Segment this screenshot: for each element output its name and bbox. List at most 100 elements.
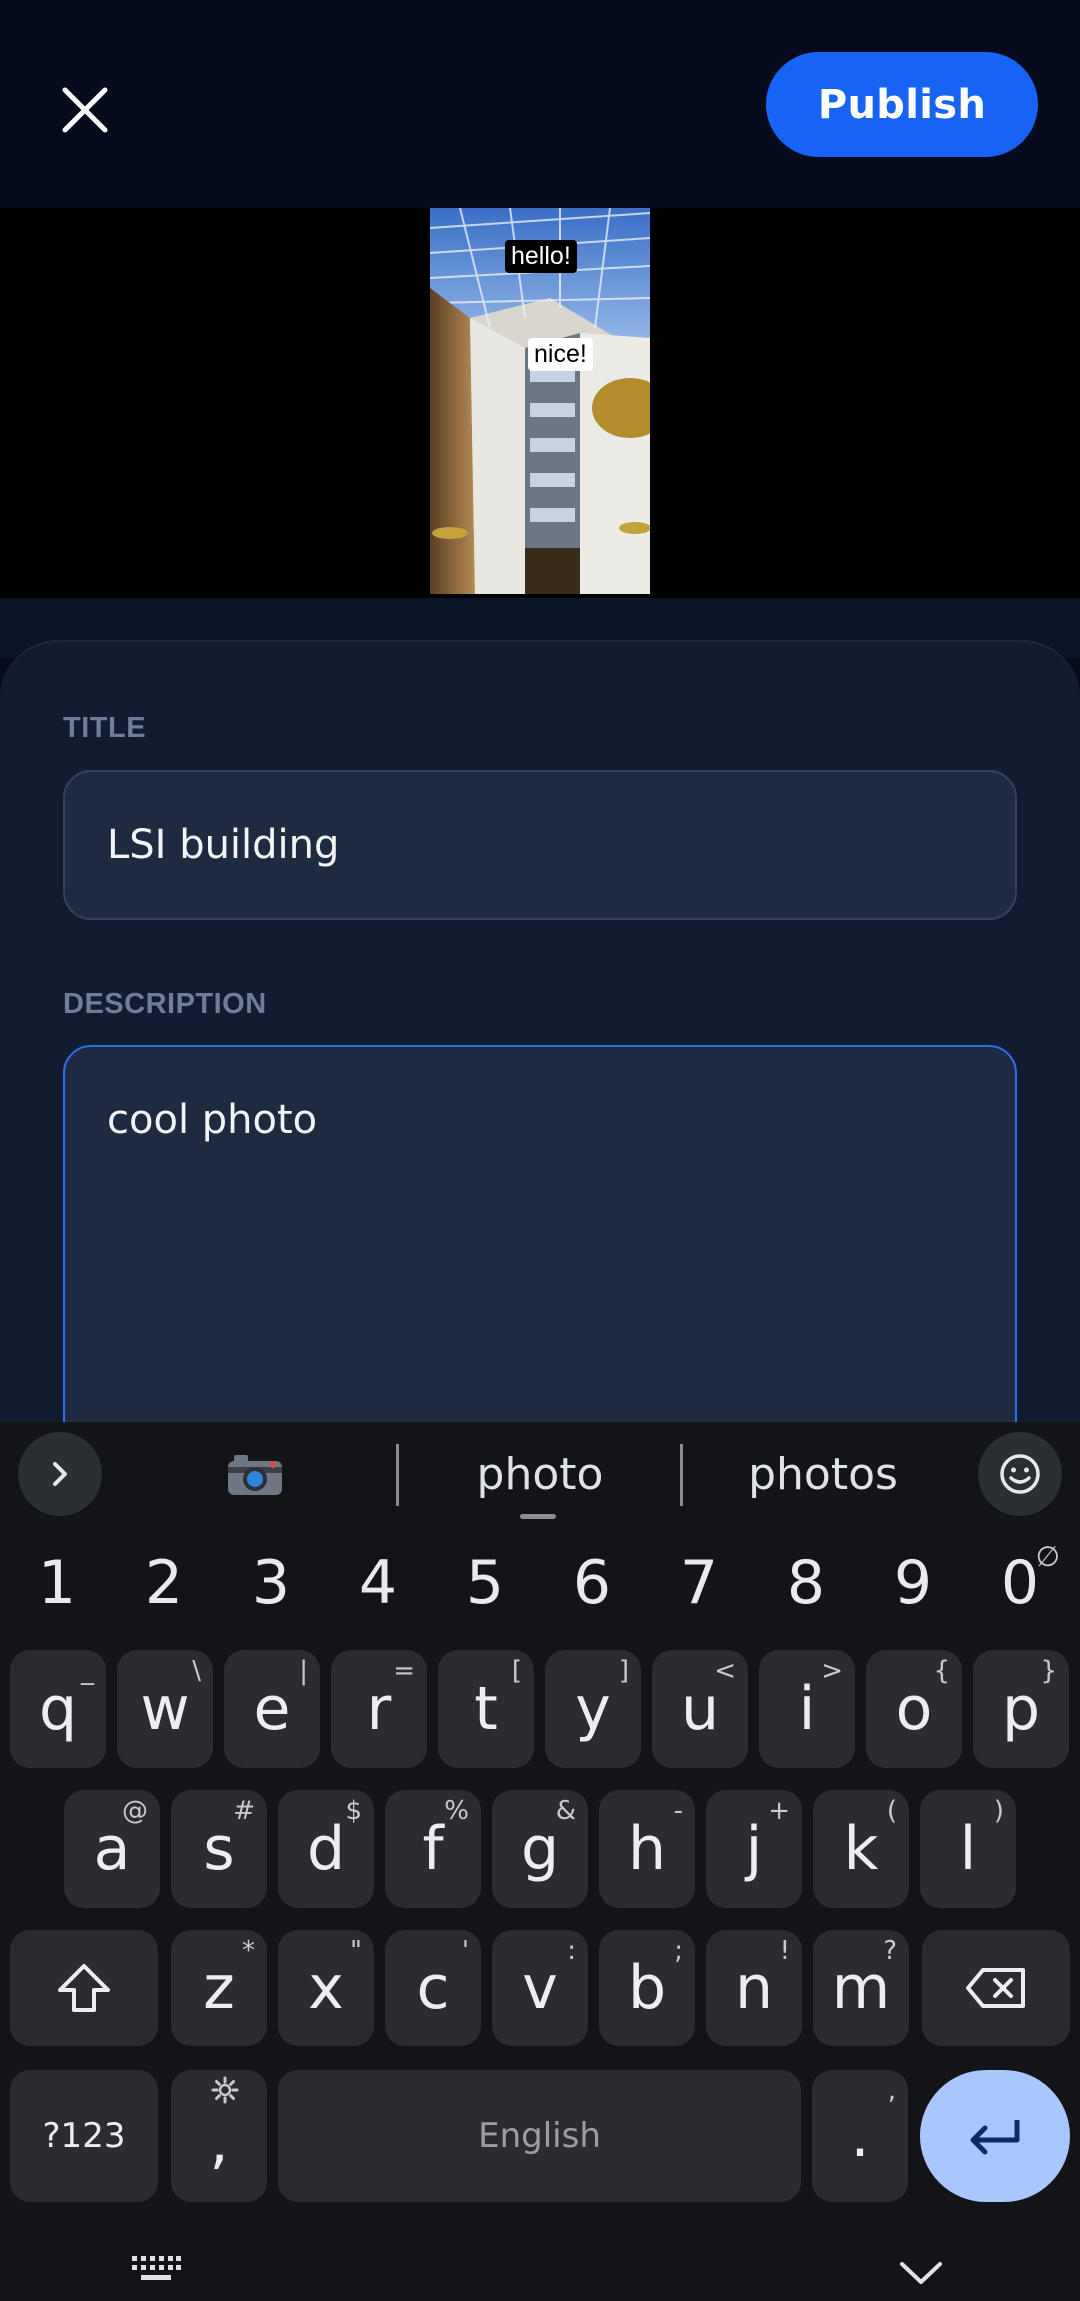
period-key[interactable]: . , [812,2070,908,2202]
key-e-alt: | [299,1656,308,1686]
key-w-label: w [140,1674,190,1744]
key-4[interactable]: 4 [328,1538,428,1628]
key-d[interactable]: d $ [278,1790,374,1908]
key-y[interactable]: y] [545,1650,641,1768]
key-c[interactable]: c ' [385,1930,481,2046]
key-i[interactable]: i > [759,1650,855,1768]
enter-icon [970,2120,1020,2155]
key-b-alt: ; [674,1936,683,1966]
key-o[interactable]: o{ [866,1650,962,1768]
hide-keyboard-button[interactable] [898,2260,944,2291]
key-2[interactable]: 2 [114,1538,214,1628]
backspace-icon [966,1968,1025,2008]
key-q-alt: _ [81,1656,94,1686]
key-k[interactable]: k( [813,1790,909,1908]
key-o-label: o [895,1674,933,1744]
key-x[interactable]: x " [278,1930,374,2046]
key-q-label: q [38,1674,78,1744]
key-6[interactable]: 6 [542,1538,642,1628]
publish-button[interactable]: Publish [766,52,1038,157]
suggestion-photo[interactable]: photo [420,1444,660,1504]
period-key-label: . [850,2101,870,2171]
key-l[interactable]: l) [920,1790,1016,1908]
key-g-label: g [520,1814,560,1884]
key-i-label: i [798,1674,816,1744]
suggestion-strip: photo photos [0,1422,1080,1528]
key-d-alt: $ [345,1796,362,1826]
close-button[interactable] [40,65,130,155]
key-m[interactable]: m? [813,1930,909,2046]
chevron-down-icon [900,2262,942,2284]
key-n-alt: ! [779,1936,790,1966]
key-v[interactable]: v: [492,1930,588,2046]
key-h-alt: - [673,1796,683,1826]
key-q[interactable]: q _ [10,1650,106,1768]
backspace-key[interactable] [922,1930,1070,2046]
key-k-label: k [843,1814,879,1884]
key-w[interactable]: w \ [117,1650,213,1768]
key-8[interactable]: 8 [756,1538,856,1628]
key-s[interactable]: s # [171,1790,267,1908]
symbols-key[interactable]: ?123 [10,2070,158,2202]
comma-key[interactable]: , [171,2070,267,2202]
key-3[interactable]: 3 [221,1538,321,1628]
key-0[interactable]: 0 ∅ [970,1538,1070,1628]
key-h[interactable]: h- [599,1790,695,1908]
key-s-alt: # [233,1796,255,1826]
close-icon [62,87,108,133]
toolbar-expand-button[interactable] [18,1432,102,1516]
title-input[interactable]: LSI building [63,770,1017,920]
key-r-label: r [366,1674,392,1744]
key-u[interactable]: u < [652,1650,748,1768]
key-g[interactable]: g & [492,1790,588,1908]
shift-key[interactable] [10,1930,158,2046]
smiley-icon [1000,1454,1040,1494]
sticker-nice[interactable]: nice! [528,338,593,371]
key-k-alt: ( [886,1796,897,1826]
emoji-button[interactable] [978,1432,1062,1516]
key-z-alt: * [242,1936,255,1966]
key-c-label: c [416,1953,450,2023]
settings-gear-icon [211,2076,239,2104]
key-r[interactable]: r = [331,1650,427,1768]
description-input-value: cool photo [107,1097,318,1143]
key-7[interactable]: 7 [649,1538,749,1628]
space-key[interactable]: English [278,2070,801,2202]
enter-key[interactable] [920,2070,1070,2202]
keyboard-switch-button[interactable] [130,2254,182,2289]
key-t[interactable]: t[ [438,1650,534,1768]
key-s-label: s [203,1814,235,1884]
photo-thumbnail[interactable]: hello! nice! [430,208,650,594]
key-0-label: 0 [1000,1548,1040,1618]
suggestion-camera[interactable] [200,1444,310,1504]
keyboard-icon [132,2256,181,2280]
key-y-label: y [575,1674,611,1744]
key-f-alt: % [444,1796,469,1826]
key-i-alt: > [821,1656,843,1686]
key-l-alt: ) [993,1796,1004,1826]
key-z[interactable]: z * [171,1930,267,2046]
key-v-label: v [522,1953,558,2023]
key-f[interactable]: f% [385,1790,481,1908]
key-l-label: l [959,1814,977,1884]
key-p[interactable]: p} [973,1650,1069,1768]
key-r-alt: = [393,1656,415,1686]
key-j[interactable]: j + [706,1790,802,1908]
key-n[interactable]: n! [706,1930,802,2046]
key-b[interactable]: b; [599,1930,695,2046]
key-t-label: t [474,1674,498,1744]
screen: Publish hello! nice! TITLE LSI building … [0,0,1080,2301]
number-row: 1 2 3 4 5 6 7 8 9 0 ∅ [0,1538,1080,1628]
key-5[interactable]: 5 [435,1538,535,1628]
details-sheet: TITLE LSI building DESCRIPTION cool phot… [0,640,1080,1540]
key-e[interactable]: e | [224,1650,320,1768]
key-d-label: d [306,1814,346,1884]
key-9[interactable]: 9 [863,1538,963,1628]
suggestion-photos[interactable]: photos [703,1444,943,1504]
key-a-alt: @ [122,1796,148,1826]
key-1[interactable]: 1 [7,1538,107,1628]
top-bar: Publish [0,0,1080,208]
sticker-hello[interactable]: hello! [505,240,577,273]
key-a[interactable]: a @ [64,1790,160,1908]
key-x-label: x [308,1953,344,2023]
